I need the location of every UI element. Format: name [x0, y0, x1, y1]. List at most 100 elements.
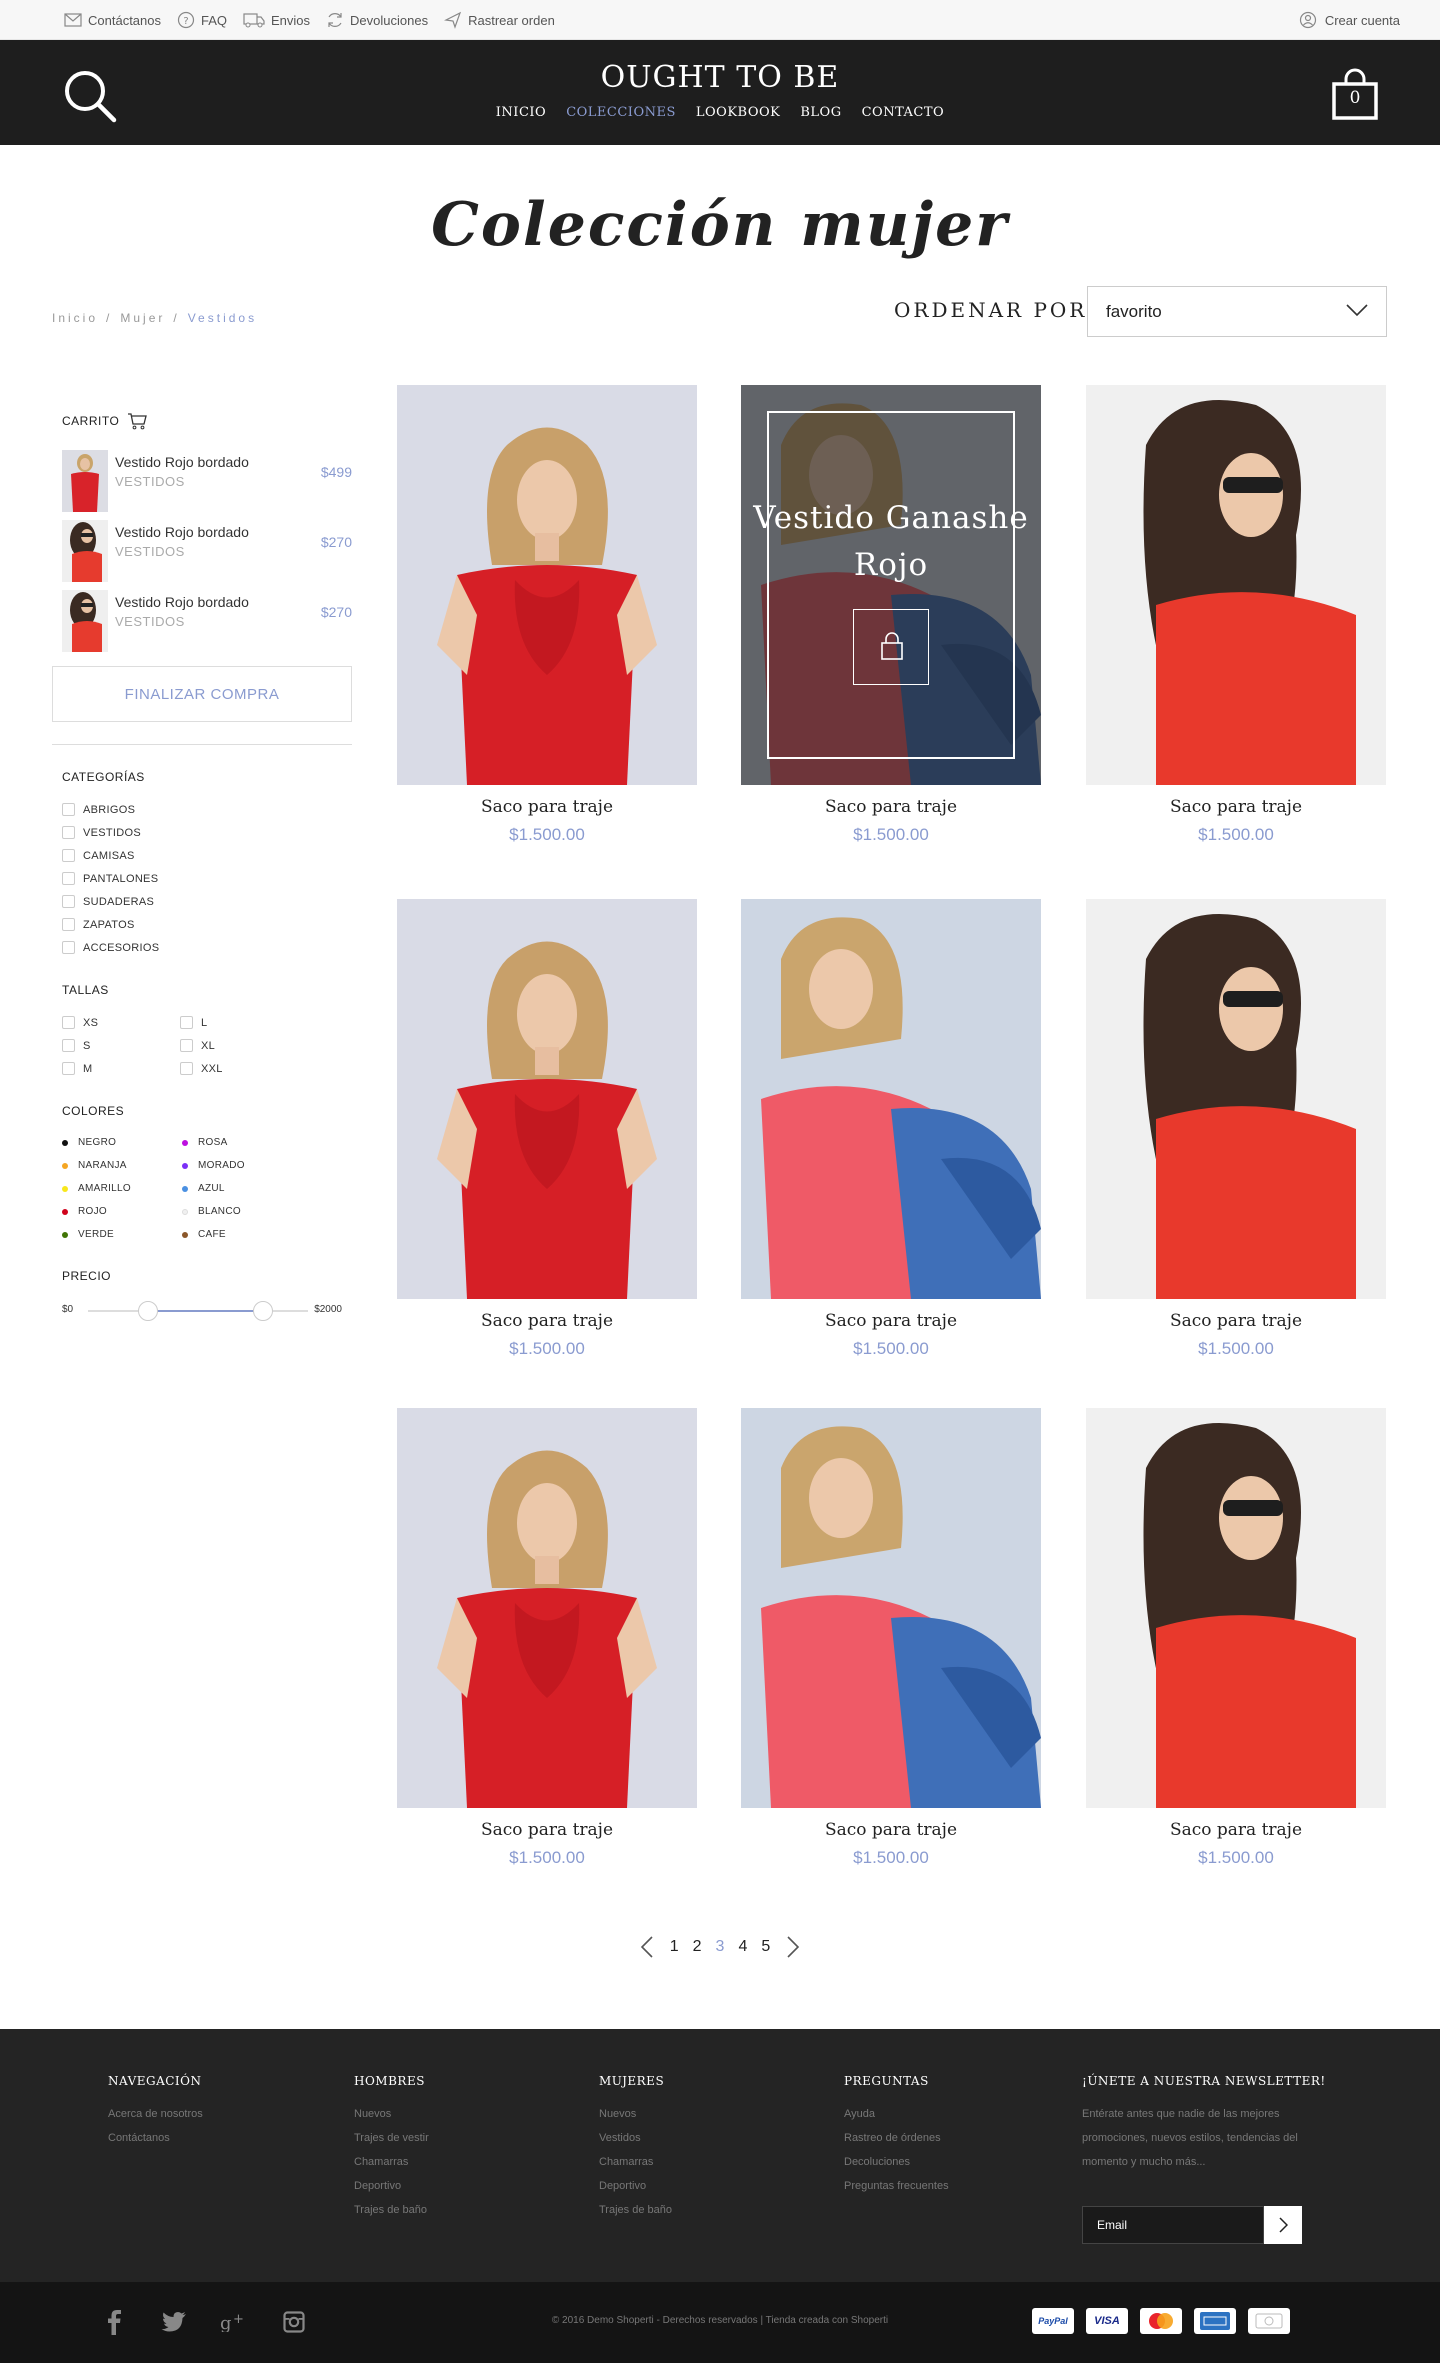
product-name[interactable]: Saco para traje	[397, 1820, 697, 1840]
footer-link[interactable]: Contáctanos	[108, 2126, 203, 2150]
slider-max-handle[interactable]	[253, 1301, 273, 1321]
product-name[interactable]: Saco para traje	[741, 1311, 1041, 1331]
product-image[interactable]	[741, 899, 1041, 1299]
product-image[interactable]	[1086, 1408, 1386, 1808]
checkout-button[interactable]: FINALIZAR COMPRA	[52, 666, 352, 722]
site-logo[interactable]: OUGHT TO BE	[0, 60, 1440, 95]
page-link[interactable]: 4	[736, 1938, 749, 1956]
track-order-link[interactable]: Rastrear orden	[444, 11, 555, 29]
page-link[interactable]: 5	[759, 1938, 772, 1956]
product-name[interactable]: Saco para traje	[1086, 1311, 1386, 1331]
faq-link[interactable]: ? FAQ	[177, 11, 227, 29]
product-name[interactable]: Saco para traje	[1086, 1820, 1386, 1840]
category-checkbox-accesorios[interactable]: ACCESORIOS	[62, 941, 159, 954]
pagination-next[interactable]	[782, 1934, 804, 1960]
nav-contacto[interactable]: CONTACTO	[862, 105, 945, 120]
product-name[interactable]: Saco para traje	[741, 1820, 1041, 1840]
product-image[interactable]	[397, 1408, 697, 1808]
cart-item[interactable]: Vestido Rojo bordado VESTIDOS $270	[62, 590, 352, 652]
cart-item[interactable]: Vestido Rojo bordado VESTIDOS $499	[62, 450, 352, 512]
contact-link[interactable]: Contáctanos	[64, 13, 161, 28]
size-checkbox-xs[interactable]: XS	[62, 1016, 98, 1029]
shipping-link[interactable]: Envios	[243, 12, 310, 28]
checkbox[interactable]	[62, 803, 75, 816]
size-checkbox-xxl[interactable]: XXL	[180, 1062, 223, 1075]
product-image[interactable]	[1086, 899, 1386, 1299]
size-checkbox-m[interactable]: M	[62, 1062, 92, 1075]
slider-min-handle[interactable]	[138, 1301, 158, 1321]
category-checkbox-abrigos[interactable]: ABRIGOS	[62, 803, 135, 816]
breadcrumb-home[interactable]: Inicio	[52, 311, 98, 325]
checkbox[interactable]	[62, 895, 75, 908]
category-checkbox-pantalones[interactable]: PANTALONES	[62, 872, 158, 885]
color-option-naranja[interactable]: NARANJA	[62, 1160, 127, 1171]
nav-blog[interactable]: BLOG	[800, 105, 841, 120]
nav-colecciones[interactable]: COLECCIONES	[566, 105, 676, 120]
checkbox[interactable]	[180, 1016, 193, 1029]
footer-link[interactable]: Ayuda	[844, 2102, 949, 2126]
newsletter-submit-button[interactable]	[1264, 2206, 1302, 2244]
page-link-current[interactable]: 3	[714, 1938, 727, 1956]
product-image[interactable]	[741, 1408, 1041, 1808]
size-checkbox-s[interactable]: S	[62, 1039, 91, 1052]
size-checkbox-xl[interactable]: XL	[180, 1039, 215, 1052]
footer-link[interactable]: Nuevos	[354, 2102, 429, 2126]
color-option-blanco[interactable]: BLANCO	[182, 1206, 241, 1217]
color-option-verde[interactable]: VERDE	[62, 1229, 114, 1240]
sort-dropdown[interactable]: favorito	[1087, 286, 1387, 337]
breadcrumb-mujer[interactable]: Mujer	[120, 311, 165, 325]
product-image[interactable]	[1086, 385, 1386, 785]
page-link[interactable]: 2	[691, 1938, 704, 1956]
footer-link[interactable]: Nuevos	[599, 2102, 672, 2126]
checkbox[interactable]	[62, 849, 75, 862]
checkbox[interactable]	[180, 1039, 193, 1052]
nav-lookbook[interactable]: LOOKBOOK	[696, 105, 780, 120]
footer-link[interactable]: Trajes de baño	[599, 2198, 672, 2222]
footer-link[interactable]: Rastreo de órdenes	[844, 2126, 949, 2150]
product-name[interactable]: Saco para traje	[397, 797, 697, 817]
slider-track[interactable]	[88, 1301, 308, 1321]
size-checkbox-l[interactable]: L	[180, 1016, 207, 1029]
category-checkbox-vestidos[interactable]: VESTIDOS	[62, 826, 141, 839]
pagination-prev[interactable]	[636, 1934, 658, 1960]
create-account-link[interactable]: Crear cuenta	[1299, 0, 1400, 40]
product-name[interactable]: Saco para traje	[397, 1311, 697, 1331]
footer-link[interactable]: Acerca de nosotros	[108, 2102, 203, 2126]
color-option-cafe[interactable]: CAFE	[182, 1229, 226, 1240]
returns-link[interactable]: Devoluciones	[326, 11, 428, 29]
product-name[interactable]: Saco para traje	[741, 797, 1041, 817]
checkbox[interactable]	[62, 1062, 75, 1075]
newsletter-email-input[interactable]: Email	[1082, 2206, 1264, 2244]
checkbox[interactable]	[62, 941, 75, 954]
nav-inicio[interactable]: INICIO	[496, 105, 546, 120]
category-checkbox-sudaderas[interactable]: SUDADERAS	[62, 895, 154, 908]
category-checkbox-camisas[interactable]: CAMISAS	[62, 849, 135, 862]
footer-link[interactable]: Decoluciones	[844, 2150, 949, 2174]
checkbox[interactable]	[62, 1016, 75, 1029]
color-option-azul[interactable]: AZUL	[182, 1183, 225, 1194]
checkbox[interactable]	[62, 918, 75, 931]
checkbox[interactable]	[62, 826, 75, 839]
footer-link[interactable]: Deportivo	[599, 2174, 672, 2198]
product-image[interactable]	[397, 385, 697, 785]
checkbox[interactable]	[180, 1062, 193, 1075]
color-option-negro[interactable]: NEGRO	[62, 1137, 116, 1148]
category-checkbox-zapatos[interactable]: ZAPATOS	[62, 918, 135, 931]
product-image[interactable]	[397, 899, 697, 1299]
footer-link[interactable]: Trajes de vestir	[354, 2126, 429, 2150]
footer-link[interactable]: Vestidos	[599, 2126, 672, 2150]
color-option-rosa[interactable]: ROSA	[182, 1137, 228, 1148]
footer-link[interactable]: Deportivo	[354, 2174, 429, 2198]
checkbox[interactable]	[62, 1039, 75, 1052]
footer-link[interactable]: Chamarras	[354, 2150, 429, 2174]
color-option-morado[interactable]: MORADO	[182, 1160, 245, 1171]
product-name[interactable]: Saco para traje	[1086, 797, 1386, 817]
cart-button[interactable]: 0	[1332, 68, 1378, 120]
page-link[interactable]: 1	[668, 1938, 681, 1956]
footer-link[interactable]: Trajes de baño	[354, 2198, 429, 2222]
footer-link[interactable]: Chamarras	[599, 2150, 672, 2174]
cart-item[interactable]: Vestido Rojo bordado VESTIDOS $270	[62, 520, 352, 582]
color-option-amarillo[interactable]: AMARILLO	[62, 1183, 131, 1194]
color-option-rojo[interactable]: ROJO	[62, 1206, 107, 1217]
footer-link[interactable]: Preguntas frecuentes	[844, 2174, 949, 2198]
